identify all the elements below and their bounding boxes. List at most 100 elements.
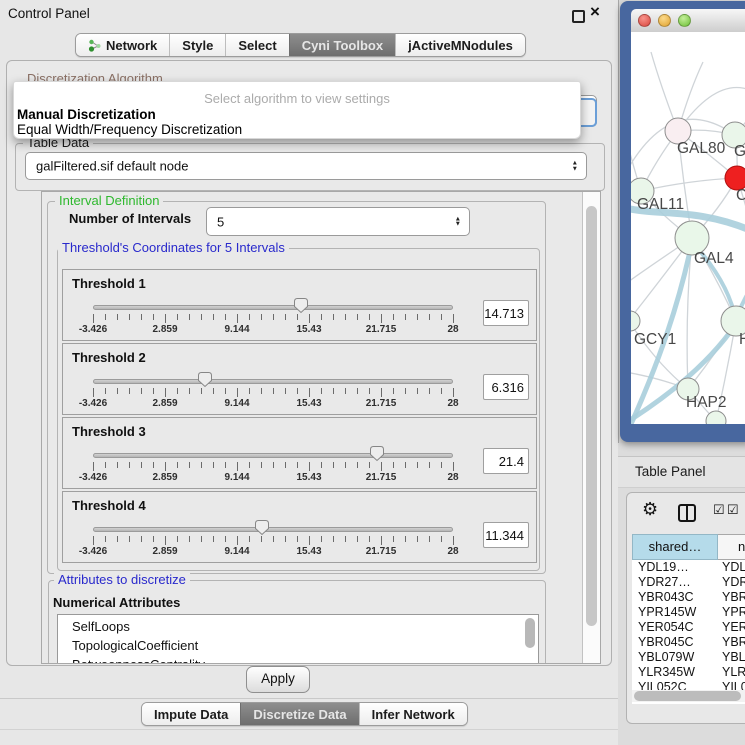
slider-tick	[309, 388, 310, 397]
table-row[interactable]: YBR043CYBR0	[632, 590, 745, 605]
dropdown-item-equal-width[interactable]: Equal Width/Frequency Discretization	[17, 122, 242, 137]
slider-tick	[153, 462, 154, 468]
column-header-shared-name[interactable]: shared…	[632, 534, 718, 560]
slider-tick	[177, 536, 178, 542]
threshold-value-field[interactable]: 6.316	[483, 374, 529, 400]
node-label: GCY1	[634, 331, 676, 348]
slider-tick-label: -3.426	[79, 398, 107, 409]
divider	[0, 698, 618, 699]
slider-tick-label: 21.715	[366, 398, 397, 409]
table-row[interactable]: YER054CYER0	[632, 620, 745, 635]
numerical-attributes-list[interactable]: SelfLoopsTopologicalCoefficientBetweenne…	[57, 614, 539, 664]
slider-handle[interactable]	[254, 519, 270, 541]
num-intervals-combobox[interactable]: 5 ▲▼	[206, 207, 470, 236]
tab-style[interactable]: Style	[169, 34, 225, 56]
table-row[interactable]: YBL079WYBL0	[632, 650, 745, 665]
cyni-toolbox-panel: Discretization Algorithm ▲▼ Select algor…	[6, 60, 612, 666]
threshold-value-field[interactable]: 11.344	[483, 522, 529, 548]
apply-button[interactable]: Apply	[246, 666, 310, 693]
slider-tick	[357, 462, 358, 468]
slider-tick	[213, 314, 214, 320]
slider-track[interactable]	[93, 527, 453, 532]
slider-tick	[453, 462, 454, 471]
network-node-gcy1[interactable]	[631, 311, 640, 331]
table-panel-title: Table Panel	[635, 464, 706, 479]
tab-label: jActiveMNodules	[408, 38, 513, 53]
threshold-value-field[interactable]: 21.4	[483, 448, 529, 474]
slider-tick	[225, 462, 226, 468]
table-panel-header: Table Panel	[618, 456, 745, 488]
slider-tick	[405, 462, 406, 468]
slider-tick-label: 15.43	[296, 398, 321, 409]
dropdown-placeholder-item[interactable]: Select algorithm to view settings	[14, 91, 580, 106]
tab-label: Impute Data	[154, 707, 228, 722]
slider-tick	[321, 388, 322, 394]
tab-label: Cyni Toolbox	[302, 38, 383, 53]
float-window-icon[interactable]	[572, 10, 585, 23]
select-columns-checkbox-icon[interactable]: ☑	[727, 502, 739, 518]
slider-tick	[225, 314, 226, 320]
tab-cyni-toolbox[interactable]: Cyni Toolbox	[289, 34, 395, 56]
slider-tick	[309, 536, 310, 545]
algorithm-dropdown-popup: Select algorithm to view settings Manual…	[13, 81, 581, 139]
slider-handle[interactable]	[293, 297, 309, 319]
attribute-item[interactable]: TopologicalCoefficient	[72, 636, 198, 655]
cell-name: YBR0	[722, 635, 745, 650]
network-canvas[interactable]: GAL80GACGAL11GAL4GCY1HHAP2	[631, 32, 745, 424]
scrollbar-thumb[interactable]	[586, 206, 597, 626]
tab-label: Infer Network	[372, 707, 455, 722]
slider-tick	[237, 314, 238, 323]
gear-icon[interactable]: ⚙	[642, 499, 658, 520]
slider-tick	[189, 388, 190, 394]
tab-infer-network[interactable]: Infer Network	[359, 703, 467, 725]
slider-tick	[393, 388, 394, 394]
minimize-traffic-light-icon[interactable]	[658, 14, 671, 27]
tab-select[interactable]: Select	[225, 34, 288, 56]
slider-handle[interactable]	[197, 371, 213, 393]
select-all-checkbox-icon[interactable]: ☑	[713, 502, 725, 518]
slider-handle[interactable]	[369, 445, 385, 467]
dropdown-item-manual-discretization[interactable]: Manual Discretization	[17, 107, 156, 122]
slider-tick	[237, 462, 238, 471]
slider-tick	[105, 314, 106, 320]
tab-jactivemnodules[interactable]: jActiveMNodules	[395, 34, 525, 56]
tab-discretize-data[interactable]: Discretize Data	[240, 703, 358, 725]
table-row[interactable]: YBR045CYBR0	[632, 635, 745, 650]
table-row[interactable]: YLR345WYLR3	[632, 665, 745, 680]
table-row[interactable]: YPR145WYPR1	[632, 605, 745, 620]
cell-name: YDL1	[722, 560, 745, 575]
vertical-scrollbar[interactable]	[582, 192, 601, 663]
combobox-arrows-icon: ▲▼	[572, 161, 578, 172]
table-row[interactable]: YDR27…YDR2	[632, 575, 745, 590]
cell-shared-name: YDL19…	[638, 560, 689, 575]
close-traffic-light-icon[interactable]	[638, 14, 651, 27]
attribute-item[interactable]: BetweennessCentrality	[72, 655, 205, 664]
list-scrollbar[interactable]	[525, 618, 535, 648]
slider-track[interactable]	[93, 305, 453, 310]
slider-track[interactable]	[93, 379, 453, 384]
threshold-value-field[interactable]: 14.713	[483, 300, 529, 326]
slider-tick	[357, 536, 358, 542]
network-window-titlebar[interactable]	[631, 9, 745, 33]
interval-definition-group: Number of Intervals 5 ▲▼ Threshold's Coo…	[47, 201, 546, 574]
zoom-traffic-light-icon[interactable]	[678, 14, 691, 27]
threshold-label: Threshold 2	[72, 350, 146, 365]
slider-track[interactable]	[93, 453, 453, 458]
slider-tick	[333, 462, 334, 468]
scrollbar-thumb[interactable]	[634, 691, 741, 701]
column-header-name[interactable]: name	[718, 534, 745, 560]
slider-tick	[333, 314, 334, 320]
tab-network[interactable]: Network	[76, 34, 169, 56]
num-intervals-label: Number of Intervals	[69, 211, 191, 226]
attribute-item[interactable]: SelfLoops	[72, 617, 130, 636]
table-row[interactable]: YDL19… YDL1	[632, 560, 745, 575]
slider-tick	[345, 536, 346, 542]
split-table-icon[interactable]	[678, 504, 696, 522]
slider-tick	[273, 536, 274, 542]
horizontal-scrollbar[interactable]	[632, 690, 745, 702]
tab-label: Style	[182, 38, 213, 53]
close-icon[interactable]: ×	[590, 2, 600, 22]
slider-tick-label: 2.859	[152, 472, 177, 483]
tab-impute-data[interactable]: Impute Data	[142, 703, 240, 725]
table-data-combobox[interactable]: galFiltered.sif default node ▲▼	[25, 152, 587, 180]
